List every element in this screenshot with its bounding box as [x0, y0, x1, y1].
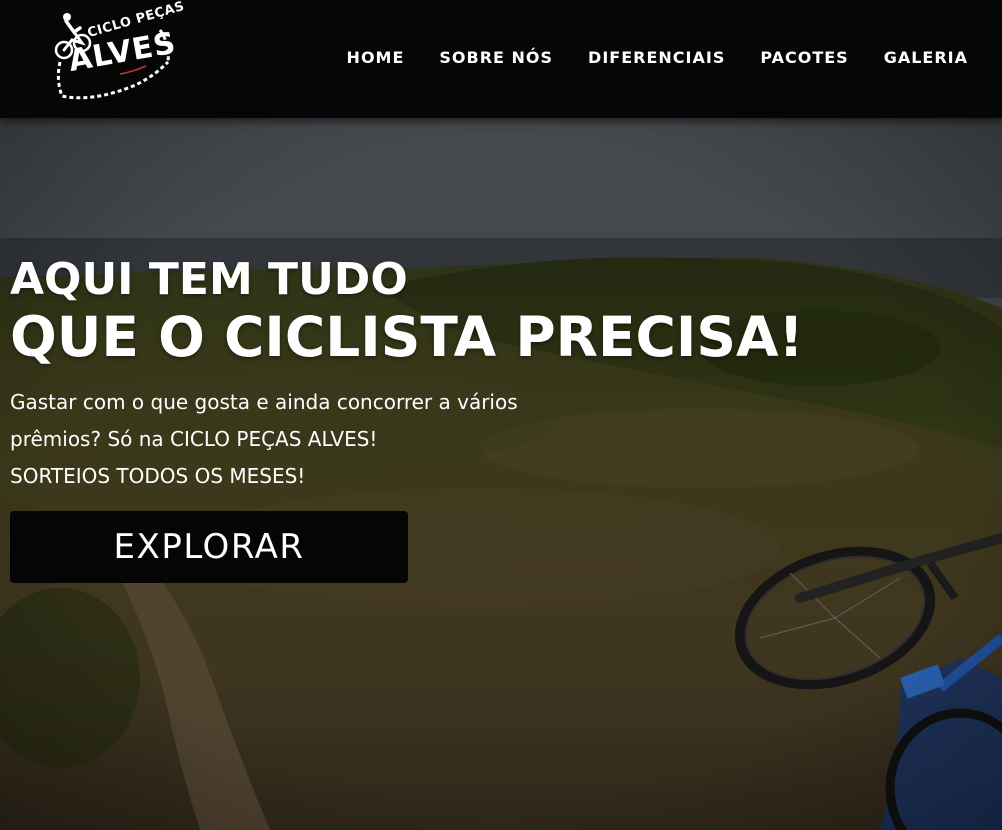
main-nav: HOME SOBRE NÓS DIFERENCIAIS PACOTES GALE…	[312, 48, 968, 67]
hero-description-line-3: SORTEIOS TODOS OS MESES!	[10, 464, 306, 488]
explore-button[interactable]: EXPLORAR	[10, 511, 408, 583]
nav-item-diferenciais[interactable]: DIFERENCIAIS	[588, 48, 725, 67]
nav-item-galeria[interactable]: GALERIA	[884, 48, 968, 67]
nav-item-home[interactable]: HOME	[347, 48, 405, 67]
hero-description: Gastar com o que gosta e ainda concorrer…	[10, 384, 570, 495]
hero-title-line-2: QUE O CICLISTA PRECISA!	[10, 305, 804, 369]
site-header: CICLO PEÇAS ALVES HOME SOBRE NÓS DIFEREN…	[0, 0, 1002, 118]
hero-content: AQUI TEM TUDO QUE O CICLISTA PRECISA! Ga…	[10, 254, 810, 495]
hero-description-line-1: Gastar com o que gosta e ainda concorrer…	[10, 390, 518, 414]
brand-logo[interactable]: CICLO PEÇAS ALVES	[50, 0, 186, 105]
hero-section: AQUI TEM TUDO QUE O CICLISTA PRECISA! Ga…	[0, 118, 1002, 830]
nav-item-sobre-nos[interactable]: SOBRE NÓS	[439, 48, 553, 67]
hero-title-line-1: AQUI TEM TUDO	[10, 254, 408, 305]
page: CICLO PEÇAS ALVES HOME SOBRE NÓS DIFEREN…	[0, 0, 1002, 830]
nav-item-pacotes[interactable]: PACOTES	[760, 48, 848, 67]
hero-description-line-2: prêmios? Só na CICLO PEÇAS ALVES!	[10, 427, 378, 451]
